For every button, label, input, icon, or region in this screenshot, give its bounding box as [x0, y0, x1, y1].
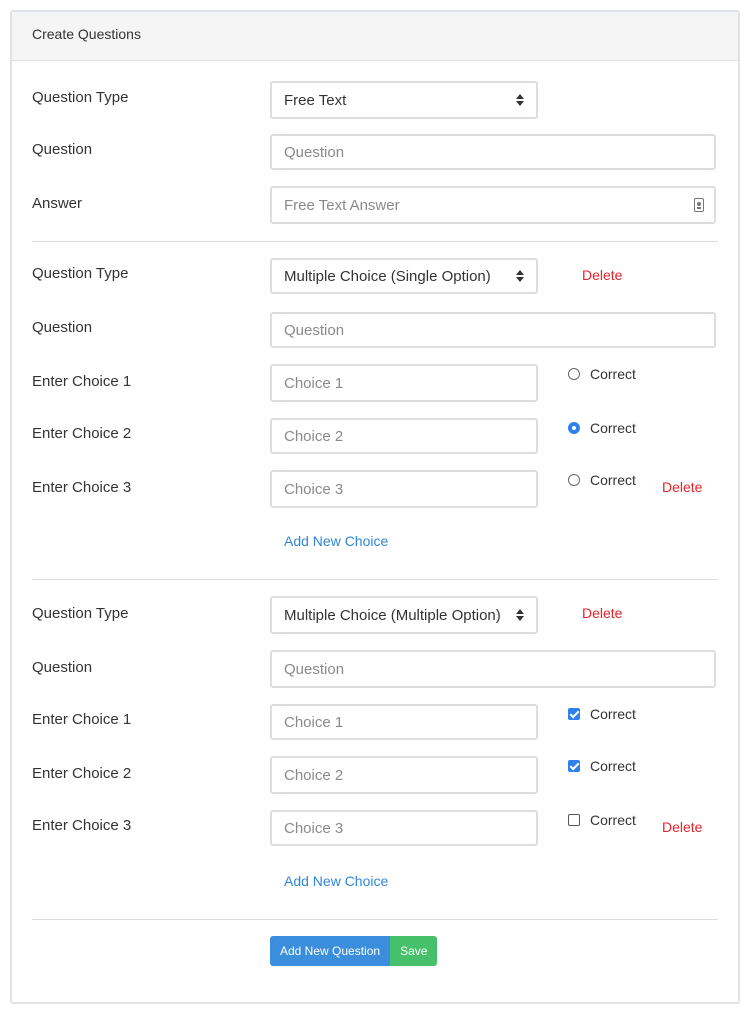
question-input[interactable]: Question [270, 134, 716, 170]
question-input[interactable]: Question [270, 650, 716, 688]
choice-label: Enter Choice 3 [32, 817, 132, 834]
correct-label: Correct [590, 812, 636, 828]
checkbox[interactable] [568, 814, 580, 826]
correct-checkbox-option[interactable]: Correct [568, 758, 636, 774]
choice-placeholder: Choice 3 [284, 819, 344, 837]
checkbox-checked[interactable] [568, 708, 580, 720]
correct-label: Correct [590, 758, 636, 774]
choice-placeholder: Choice 1 [284, 713, 344, 731]
choice-input[interactable]: Choice 3 [270, 810, 538, 846]
question-type-label: Question Type [32, 265, 129, 282]
correct-checkbox-option[interactable]: Correct [568, 706, 636, 722]
choice-input[interactable]: Choice 2 [270, 756, 538, 794]
save-button[interactable]: Save [390, 936, 438, 966]
select-arrows-icon [516, 609, 524, 621]
question-type-select[interactable]: Free Text [270, 81, 538, 119]
choice-input[interactable]: Choice 3 [270, 470, 538, 508]
delete-question-button[interactable]: Delete [582, 267, 622, 283]
checkbox-checked[interactable] [568, 760, 580, 772]
footer-button-group: Add New Question Save [270, 936, 438, 966]
radio-button-selected[interactable] [568, 422, 580, 434]
choice-label: Enter Choice 2 [32, 765, 132, 782]
contact-card-icon [694, 198, 704, 212]
choice-input[interactable]: Choice 1 [270, 364, 538, 402]
choice-placeholder: Choice 1 [284, 374, 344, 392]
correct-checkbox-option[interactable]: Correct [568, 812, 636, 828]
question-label: Question [32, 141, 93, 158]
correct-label: Correct [590, 366, 636, 382]
divider [32, 241, 718, 242]
correct-radio-option[interactable]: Correct [568, 472, 636, 488]
correct-label: Correct [590, 420, 636, 436]
delete-choice-button[interactable]: Delete [662, 819, 702, 835]
answer-placeholder: Free Text Answer [284, 196, 400, 214]
select-arrows-icon [516, 270, 524, 282]
add-new-choice-link[interactable]: Add New Choice [284, 533, 388, 549]
choice-label: Enter Choice 1 [32, 711, 132, 728]
free-text-answer-input[interactable]: Free Text Answer [270, 186, 716, 224]
create-questions-card: Create Questions Question Type Free Text… [10, 10, 740, 1004]
divider [32, 919, 718, 920]
question-input[interactable]: Question [270, 312, 716, 348]
choice-placeholder: Choice 3 [284, 480, 344, 498]
choice-label: Enter Choice 2 [32, 425, 132, 442]
add-new-question-button[interactable]: Add New Question [270, 936, 391, 966]
question-type-label: Question Type [32, 605, 129, 622]
question-type-label: Question Type [32, 89, 129, 106]
divider [32, 579, 718, 580]
question-label: Question [32, 659, 93, 676]
choice-label: Enter Choice 1 [32, 373, 132, 390]
card-header-title: Create Questions [12, 12, 738, 61]
choice-label: Enter Choice 3 [32, 479, 132, 496]
select-value: Multiple Choice (Single Option) [284, 267, 491, 285]
select-value: Free Text [284, 91, 347, 109]
radio-button[interactable] [568, 474, 580, 486]
delete-question-button[interactable]: Delete [582, 605, 622, 621]
correct-label: Correct [590, 472, 636, 488]
answer-label: Answer [32, 195, 83, 212]
radio-button[interactable] [568, 368, 580, 380]
add-new-choice-link[interactable]: Add New Choice [284, 873, 388, 889]
choice-placeholder: Choice 2 [284, 427, 344, 445]
select-arrows-icon [516, 94, 524, 106]
choice-input[interactable]: Choice 2 [270, 418, 538, 454]
question-type-select[interactable]: Multiple Choice (Multiple Option) [270, 596, 538, 634]
question-type-select[interactable]: Multiple Choice (Single Option) [270, 258, 538, 294]
choice-placeholder: Choice 2 [284, 766, 344, 784]
question-placeholder: Question [284, 321, 345, 339]
correct-radio-option[interactable]: Correct [568, 366, 636, 382]
choice-input[interactable]: Choice 1 [270, 704, 538, 740]
correct-label: Correct [590, 706, 636, 722]
question-placeholder: Question [284, 143, 345, 161]
question-label: Question [32, 319, 93, 336]
select-value: Multiple Choice (Multiple Option) [284, 606, 501, 624]
question-placeholder: Question [284, 660, 345, 678]
correct-radio-option[interactable]: Correct [568, 420, 636, 436]
delete-choice-button[interactable]: Delete [662, 479, 702, 495]
